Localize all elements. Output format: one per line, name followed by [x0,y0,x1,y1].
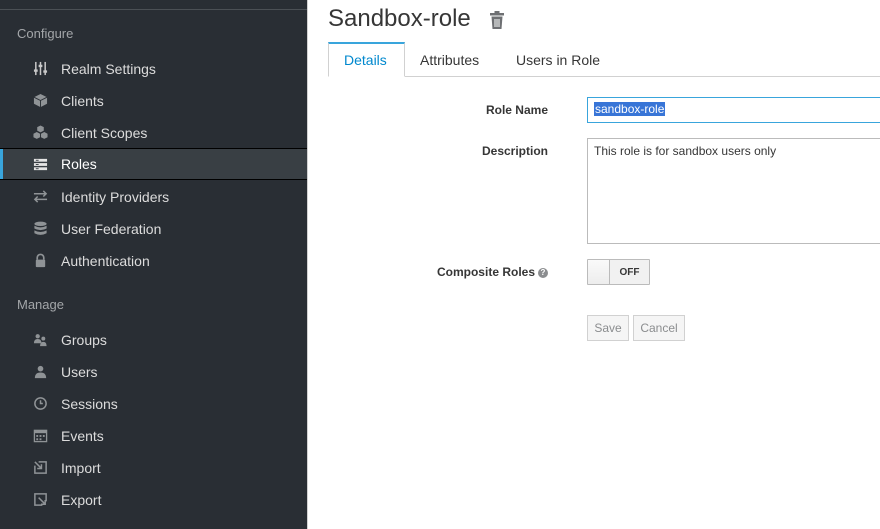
tab-attributes[interactable]: Attributes [405,42,494,77]
role-name-label: Role Name [485,103,548,117]
sidebar-item-label: User Federation [61,220,162,237]
sidebar-item-label: Events [61,427,104,444]
trash-icon[interactable] [488,10,506,30]
sliders-icon [32,61,48,77]
toggle-state: OFF [619,266,640,278]
composite-roles-label: Composite Roles? [388,265,548,279]
role-name-input[interactable]: sandbox-role [587,97,880,123]
main-content: Sandbox-role Details Attributes Users in… [307,0,880,529]
sidebar-item-user-federation[interactable]: User Federation [0,213,307,244]
sidebar-item-events[interactable]: Events [0,420,307,451]
tab-details[interactable]: Details [328,42,405,77]
lock-icon [32,253,48,269]
description-textarea[interactable]: This role is for sandbox users only [587,138,880,244]
sidebar-item-export[interactable]: Export [0,484,307,515]
sidebar-item-realm-settings[interactable]: Realm Settings [0,53,307,84]
users-icon [32,332,48,348]
sidebar-item-label: Roles [61,156,97,172]
import-icon [32,460,48,476]
sidebar-item-label: Client Scopes [61,124,148,141]
user-icon [32,364,48,380]
section-label-configure: Configure [17,26,74,41]
sidebar-item-identity-providers[interactable]: Identity Providers [0,181,307,212]
cancel-button[interactable]: Cancel [633,315,685,341]
sidebar-item-clients[interactable]: Clients [0,85,307,116]
sidebar-item-client-scopes[interactable]: Client Scopes [0,117,307,148]
sidebar-item-label: Identity Providers [61,188,170,205]
export-icon [32,492,48,508]
sidebar-item-import[interactable]: Import [0,452,307,483]
clock-icon [32,396,48,412]
sidebar-item-label: Export [61,491,102,508]
toggle-handle [588,260,610,284]
sidebar-item-label: Authentication [61,252,150,269]
sidebar-divider [0,9,307,10]
sidebar-item-label: Realm Settings [61,60,156,77]
exchange-icon [32,189,48,205]
composite-roles-toggle[interactable]: OFF [587,259,650,285]
sidebar-item-sessions[interactable]: Sessions [0,388,307,419]
sidebar-item-label: Clients [61,92,104,109]
cube-icon [32,93,48,109]
page-title: Sandbox-role [328,5,471,32]
section-label-manage: Manage [17,297,64,312]
sidebar: Configure Realm Settings Clients Client … [0,0,307,529]
sidebar-item-label: Groups [61,331,107,348]
help-icon[interactable]: ? [538,267,548,278]
sidebar-item-groups[interactable]: Groups [0,324,307,355]
tab-users-in-role[interactable]: Users in Role [501,42,615,77]
sidebar-item-roles[interactable]: Roles [0,148,307,180]
sidebar-item-authentication[interactable]: Authentication [0,245,307,276]
save-button[interactable]: Save [587,315,629,341]
database-icon [32,221,48,237]
cubes-icon [32,125,48,141]
composite-roles-label-text: Composite Roles [436,265,535,279]
calendar-icon [32,428,48,444]
description-label: Description [481,144,548,158]
list-icon [32,156,48,172]
sidebar-item-users[interactable]: Users [0,356,307,387]
tab-bar: Details Attributes Users in Role [328,42,880,77]
sidebar-item-label: Sessions [61,395,118,412]
sidebar-item-label: Users [61,363,98,380]
role-name-value: sandbox-role [594,102,666,116]
sidebar-item-label: Import [61,459,101,476]
